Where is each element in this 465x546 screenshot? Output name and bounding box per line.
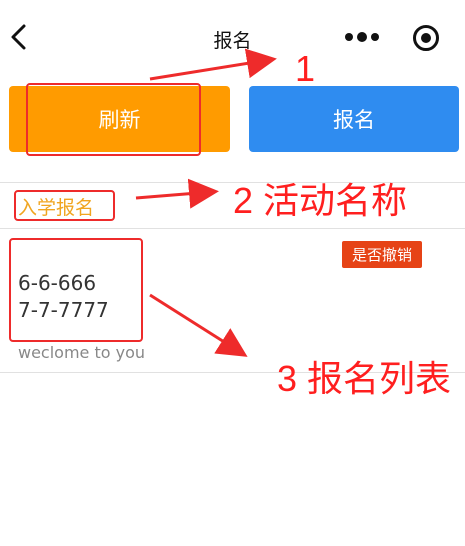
annotation-arrow bbox=[149, 293, 248, 357]
page-title: 报名 bbox=[213, 30, 252, 52]
cancel-registration-button[interactable]: 是否撤销 bbox=[342, 241, 422, 268]
record-target-icon[interactable] bbox=[412, 24, 440, 52]
annotation-label-1: 1 bbox=[295, 48, 316, 89]
signup-button[interactable]: 报名 bbox=[249, 86, 459, 152]
annotation-box-list bbox=[9, 238, 143, 342]
entry-subtitle: weclome to you bbox=[18, 343, 146, 362]
divider bbox=[0, 228, 465, 229]
annotation-box-refresh bbox=[26, 83, 201, 156]
annotation-box-activity bbox=[14, 190, 115, 221]
annotation-arrow bbox=[135, 178, 219, 209]
nav-bar: 报名 bbox=[0, 0, 465, 72]
annotation-label-2: 2 活动名称 bbox=[233, 180, 408, 221]
annotation-label-3: 3 报名列表 bbox=[277, 358, 452, 399]
more-dots-icon[interactable] bbox=[344, 30, 380, 44]
